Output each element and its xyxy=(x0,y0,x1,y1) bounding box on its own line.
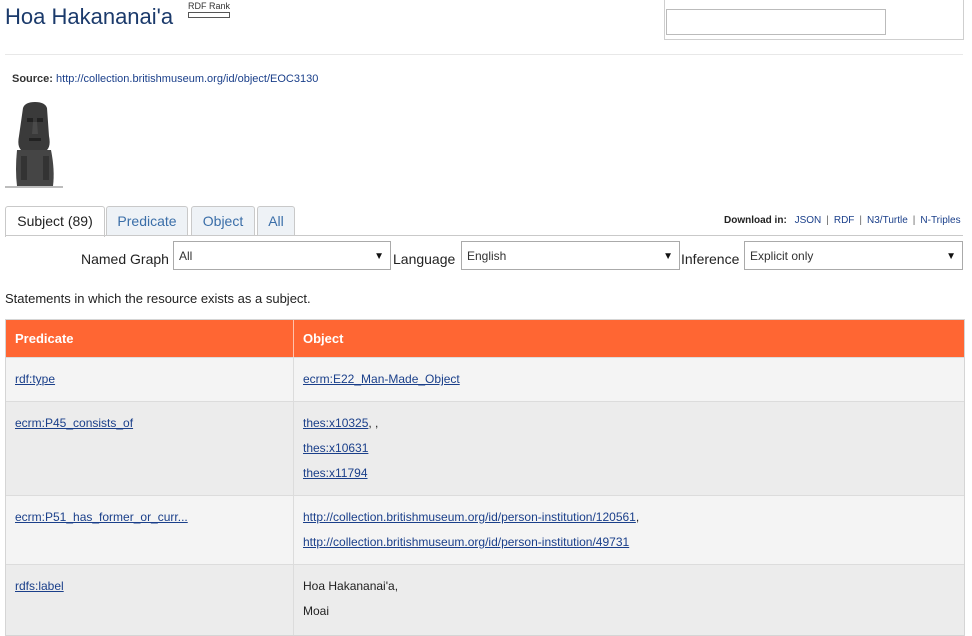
object-link[interactable]: http://collection.britishmuseum.org/id/p… xyxy=(303,510,636,524)
predicate-link[interactable]: rdfs:label xyxy=(15,579,64,593)
object-link[interactable]: thes:x10631 xyxy=(303,441,368,455)
named-graph-select[interactable]: All ▼ xyxy=(173,241,391,270)
column-divider xyxy=(293,358,294,401)
object-link[interactable]: http://collection.britishmuseum.org/id/p… xyxy=(303,535,629,549)
rdf-rank-label: RDF Rank xyxy=(188,1,231,11)
predicate-link[interactable]: ecrm:P45_consists_of xyxy=(15,416,133,430)
chevron-down-icon: ▼ xyxy=(946,251,956,262)
named-graph-value: All xyxy=(179,249,193,263)
inference-label: Inference xyxy=(681,251,740,267)
chevron-down-icon: ▼ xyxy=(663,251,673,262)
table-row: rdfs:label Hoa Hakananai'a, Moai xyxy=(6,564,964,635)
object-literal: Moai xyxy=(303,604,330,618)
download-ntriples-link[interactable]: N-Triples xyxy=(915,215,965,226)
tab-predicate[interactable]: Predicate xyxy=(106,206,188,235)
download-n3-link[interactable]: N3/Turtle xyxy=(862,215,913,226)
language-label: Language xyxy=(393,251,456,267)
rdf-rank-badge[interactable]: RDF Rank xyxy=(188,1,230,18)
statements-table: Predicate Object rdf:type ecrm:E22_Man-M… xyxy=(5,319,965,636)
predicate-link[interactable]: rdf:type xyxy=(15,372,55,386)
table-row: ecrm:P51_has_former_or_curr... http://co… xyxy=(6,495,964,564)
column-divider xyxy=(293,565,294,635)
table-row: ecrm:P45_consists_of thes:x10325, , thes… xyxy=(6,401,964,495)
object-cell: thes:x10325, , thes:x10631 thes:x11794 xyxy=(303,416,378,491)
rdf-rank-bar xyxy=(188,12,230,18)
header-divider xyxy=(5,54,963,55)
column-header-object: Object xyxy=(303,331,344,346)
separator: , xyxy=(394,579,399,593)
search-input[interactable] xyxy=(666,9,886,35)
download-rdf-link[interactable]: RDF xyxy=(829,215,860,226)
download-links: Download in: JSON | RDF | N3/Turtle | N-Triple… xyxy=(724,215,966,226)
inference-value: Explicit only xyxy=(750,249,814,263)
tabs-divider xyxy=(5,235,963,236)
tab-all[interactable]: All xyxy=(257,206,295,235)
object-link[interactable]: thes:x10325 xyxy=(303,416,368,430)
source-line: Source: http://collection.britishmuseum.… xyxy=(12,73,318,85)
download-label: Download in: xyxy=(724,215,787,226)
language-value: English xyxy=(467,249,507,263)
search-panel xyxy=(664,0,964,40)
download-json-link[interactable]: JSON xyxy=(790,215,827,226)
object-link[interactable]: thes:x11794 xyxy=(303,466,368,480)
object-cell: Hoa Hakananai'a, Moai xyxy=(303,579,398,629)
table-header: Predicate Object xyxy=(6,320,964,357)
inference-select[interactable]: Explicit only ▼ xyxy=(744,241,963,270)
column-divider xyxy=(293,402,294,495)
object-literal: Hoa Hakananai'a xyxy=(303,579,395,593)
page-title: Hoa Hakananai'a xyxy=(5,4,174,29)
page-header: Hoa Hakananai'a xyxy=(5,4,173,30)
source-label: Source: xyxy=(12,73,53,85)
statements-description: Statements in which the resource exists … xyxy=(5,291,311,306)
object-cell: ecrm:E22_Man-Made_Object xyxy=(303,372,460,397)
separator: , xyxy=(635,510,640,524)
object-link[interactable]: ecrm:E22_Man-Made_Object xyxy=(303,372,460,386)
language-select[interactable]: English ▼ xyxy=(461,241,680,270)
predicate-link[interactable]: ecrm:P51_has_former_or_curr... xyxy=(15,510,188,524)
table-row: rdf:type ecrm:E22_Man-Made_Object xyxy=(6,357,964,401)
column-divider xyxy=(293,496,294,564)
moai-statue-image[interactable] xyxy=(5,100,63,188)
separator: , , xyxy=(368,416,379,430)
tab-object[interactable]: Object xyxy=(191,206,255,235)
tab-subject[interactable]: Subject (89) xyxy=(5,206,105,237)
named-graph-label: Named Graph xyxy=(81,251,169,267)
column-header-predicate: Predicate xyxy=(15,331,74,346)
source-link[interactable]: http://collection.britishmuseum.org/id/o… xyxy=(56,73,318,85)
chevron-down-icon: ▼ xyxy=(374,251,384,262)
object-cell: http://collection.britishmuseum.org/id/p… xyxy=(303,510,639,560)
